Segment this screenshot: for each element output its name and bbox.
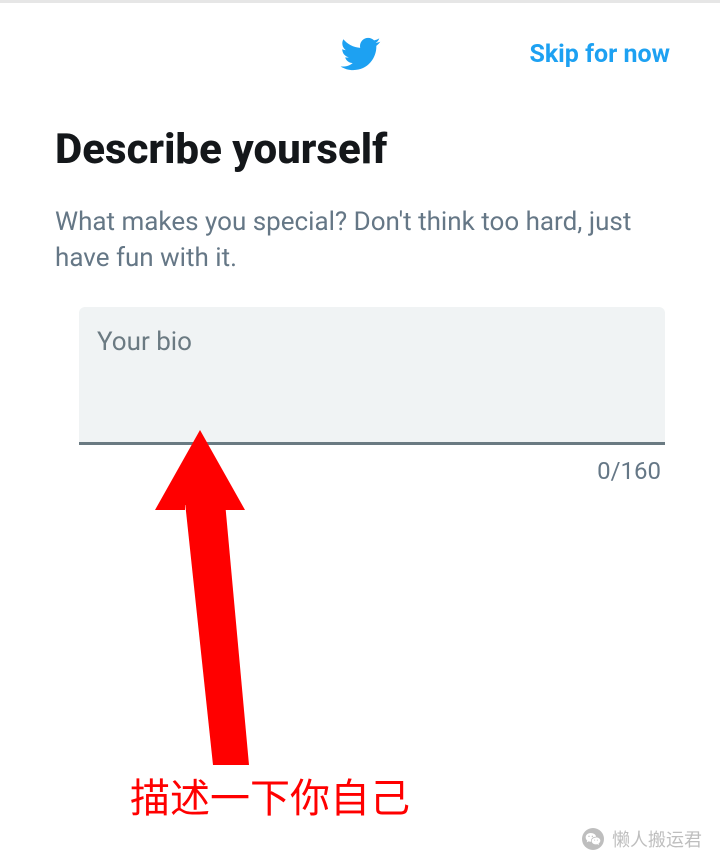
page-title: Describe yourself (55, 125, 665, 174)
header: Skip for now (0, 3, 720, 95)
annotation-label: 描述一下你自己 (130, 766, 410, 824)
bio-placeholder-text: Your bio (97, 327, 647, 357)
page-subtitle: What makes you special? Don't think too … (55, 204, 665, 277)
character-count: 0/160 (55, 457, 665, 485)
watermark-text: 懒人搬运君 (612, 826, 702, 852)
wechat-icon (582, 828, 604, 850)
skip-for-now-link[interactable]: Skip for now (381, 40, 670, 69)
bio-textarea[interactable]: Your bio (79, 307, 665, 445)
twitter-bird-icon (339, 33, 381, 75)
watermark: 懒人搬运君 (582, 826, 702, 852)
content-area: Describe yourself What makes you special… (0, 95, 720, 485)
